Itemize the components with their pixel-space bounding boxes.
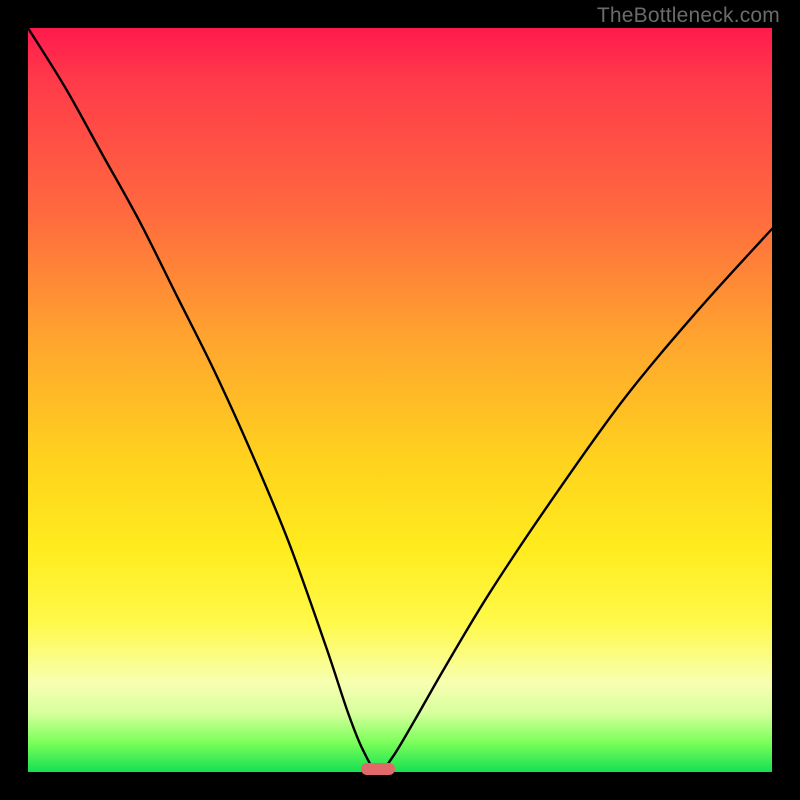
valley-marker xyxy=(361,763,395,775)
watermark-text: TheBottleneck.com xyxy=(597,4,780,28)
plot-area xyxy=(28,28,772,772)
bottleneck-curve xyxy=(28,28,772,772)
chart-frame: TheBottleneck.com xyxy=(0,0,800,800)
curve-layer xyxy=(28,28,772,772)
